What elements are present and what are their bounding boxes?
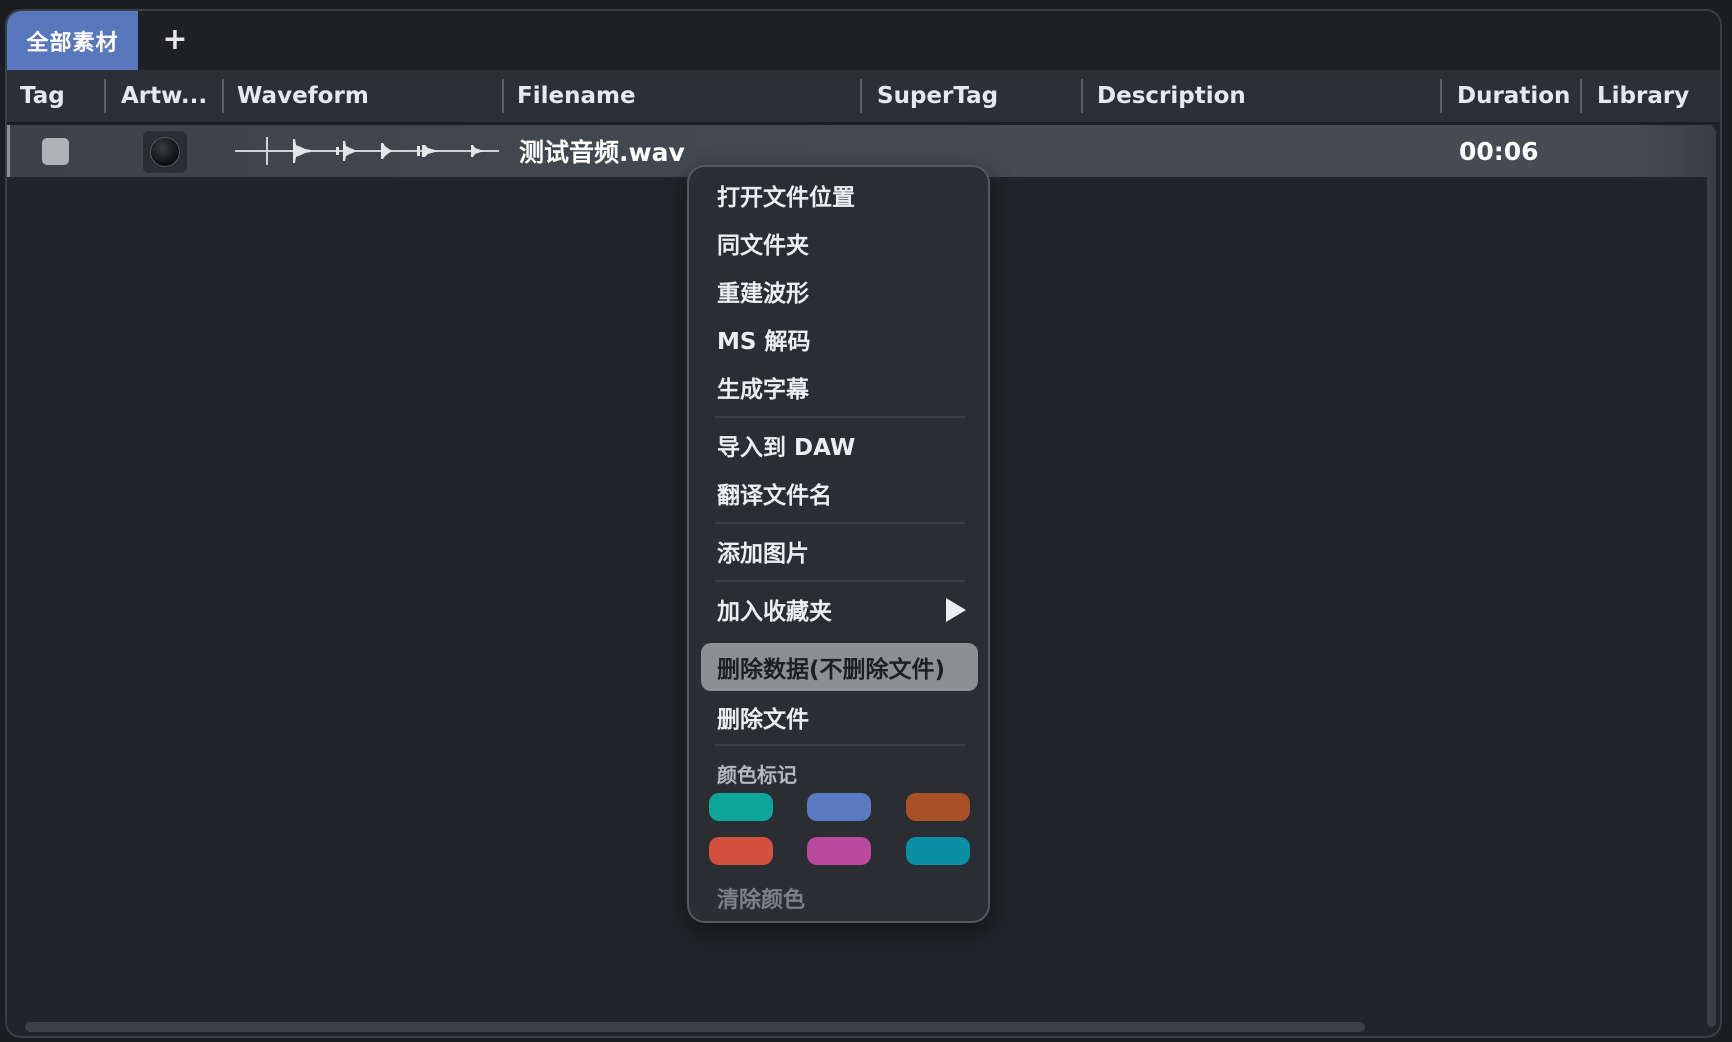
menu-item-same-folder[interactable]: 同文件夹 [701, 221, 978, 265]
add-tab-button[interactable]: + [157, 21, 193, 57]
menu-separator [715, 416, 965, 418]
color-swatch-cyan[interactable] [906, 837, 970, 865]
column-header-duration[interactable]: Duration [1457, 70, 1570, 122]
menu-item-add-favorite[interactable]: 加入收藏夹 [701, 587, 978, 631]
color-swatch-magenta[interactable] [807, 837, 871, 865]
menu-item-delete-data[interactable]: 删除数据(不删除文件) [701, 643, 978, 691]
duration-cell: 00:06 [1459, 136, 1539, 166]
tab-bar: 全部素材 + [7, 11, 1720, 70]
row-selection-indicator [7, 125, 10, 177]
column-resize-handle[interactable] [222, 79, 224, 113]
column-header-artwork[interactable]: Artw... [121, 70, 207, 122]
vertical-scrollbar[interactable] [1707, 127, 1716, 1027]
horizontal-scrollbar[interactable] [25, 1022, 1365, 1032]
menu-item-open-location[interactable]: 打开文件位置 [701, 173, 978, 217]
tab-all-assets[interactable]: 全部素材 [7, 11, 138, 70]
filename-cell: 测试音频.wav [519, 138, 685, 167]
context-menu: 打开文件位置 同文件夹 重建波形 MS 解码 生成字幕 导入到 DAW 翻译文件… [687, 165, 990, 923]
column-header-supertag[interactable]: SuperTag [877, 70, 998, 122]
menu-separator [715, 744, 965, 746]
menu-item-translate-filename[interactable]: 翻译文件名 [701, 471, 978, 515]
menu-item-add-favorite-label: 加入收藏夹 [717, 599, 832, 625]
table-header: Tag Artw... Waveform Filename SuperTag D… [7, 70, 1720, 124]
column-resize-handle[interactable] [1081, 79, 1083, 113]
column-header-tag[interactable]: Tag [20, 70, 65, 122]
column-resize-handle[interactable] [1580, 79, 1582, 113]
column-header-library[interactable]: Library [1597, 70, 1689, 122]
artwork-thumbnail[interactable] [143, 131, 187, 173]
column-header-description[interactable]: Description [1097, 70, 1246, 122]
menu-separator [715, 580, 965, 582]
app-window: 全部素材 + Tag Artw... Waveform Filename Sup… [5, 9, 1722, 1038]
menu-item-clear-color[interactable]: 清除颜色 [717, 882, 805, 914]
color-swatch-blue[interactable] [807, 793, 871, 821]
menu-item-add-image[interactable]: 添加图片 [701, 529, 978, 573]
column-resize-handle[interactable] [502, 79, 504, 113]
color-swatch-red[interactable] [709, 837, 773, 865]
waveform-icon[interactable] [235, 133, 499, 169]
column-resize-handle[interactable] [1440, 79, 1442, 113]
color-swatch-brown[interactable] [906, 793, 970, 821]
tag-checkbox[interactable] [42, 138, 69, 165]
column-resize-handle[interactable] [860, 79, 862, 113]
menu-item-generate-subtitles[interactable]: 生成字幕 [701, 365, 978, 409]
menu-item-delete-file[interactable]: 删除文件 [701, 695, 978, 739]
color-section-label: 颜色标记 [717, 763, 797, 787]
menu-item-import-daw[interactable]: 导入到 DAW [701, 423, 978, 467]
column-header-filename[interactable]: Filename [517, 70, 636, 122]
triangle-right-icon [946, 598, 966, 622]
knob-icon [150, 137, 180, 167]
menu-item-rebuild-waveform[interactable]: 重建波形 [701, 269, 978, 313]
color-swatch-teal[interactable] [709, 793, 773, 821]
column-resize-handle[interactable] [104, 79, 106, 113]
menu-separator [715, 522, 965, 524]
menu-item-ms-decode[interactable]: MS 解码 [701, 317, 978, 361]
column-header-waveform[interactable]: Waveform [237, 70, 369, 122]
